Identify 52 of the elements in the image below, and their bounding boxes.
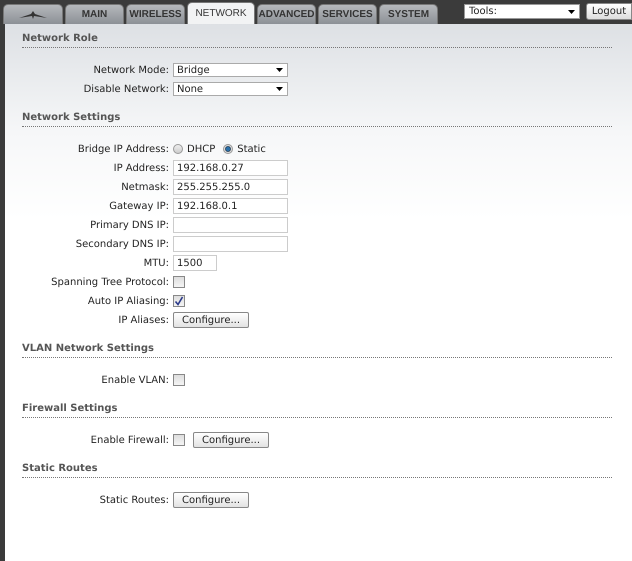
- logo-icon: [19, 10, 47, 18]
- nav-tab[interactable]: ADVANCED: [257, 4, 316, 24]
- nav-tab[interactable]: WIRELESS: [126, 4, 185, 24]
- checkbox[interactable]: [173, 276, 185, 288]
- dropdown-caret-icon: [276, 87, 283, 91]
- field-label: MTU:: [142, 258, 169, 268]
- radio-button[interactable]: [173, 144, 183, 154]
- dropdown[interactable]: Bridge: [173, 63, 288, 77]
- checkbox[interactable]: [173, 434, 185, 446]
- field-label: Auto IP Aliasing:: [86, 296, 169, 306]
- text-field[interactable]: 192.168.0.27: [173, 160, 288, 176]
- field-label: Disable Network:: [82, 84, 169, 94]
- field-label: Gateway IP:: [108, 200, 169, 212]
- text-field[interactable]: 192.168.0.1: [173, 198, 288, 214]
- dropdown[interactable]: None: [173, 82, 288, 96]
- nav-tab[interactable]: SYSTEM: [379, 4, 438, 24]
- configure-button[interactable]: Configure...: [193, 432, 270, 448]
- field-label: Primary DNS IP:: [89, 220, 169, 230]
- configure-button[interactable]: Configure...: [173, 312, 250, 328]
- section-heading: Firewall Settings: [22, 402, 612, 418]
- checkbox[interactable]: [173, 374, 185, 386]
- dropdown-caret-icon: [276, 68, 283, 72]
- radio-button[interactable]: [223, 144, 234, 154]
- tools-dropdown[interactable]: Tools:: [464, 4, 580, 19]
- field-label: IP Aliases:: [117, 314, 169, 326]
- field-label: Static Routes:: [98, 494, 169, 506]
- configure-button[interactable]: Configure...: [173, 492, 250, 508]
- field-label: Enable Firewall:: [90, 434, 169, 446]
- nav-tab[interactable]: MAIN: [65, 4, 124, 24]
- text-field[interactable]: [173, 236, 288, 252]
- dropdown-caret-icon: [568, 10, 575, 14]
- radio-label: Static: [237, 144, 266, 154]
- field-label: Bridge IP Address:: [76, 144, 169, 154]
- field-label: Secondary DNS IP:: [74, 238, 169, 250]
- text-field[interactable]: [173, 217, 288, 233]
- field-label: IP Address:: [112, 162, 169, 174]
- section-heading: VLAN Network Settings: [22, 342, 612, 358]
- field-label: Netmask:: [120, 182, 169, 192]
- section-heading: Network Role: [22, 32, 612, 48]
- radio-label: DHCP: [187, 144, 216, 154]
- field-label: Spanning Tree Protocol:: [50, 276, 169, 288]
- nav-tab[interactable]: SERVICES: [318, 4, 377, 24]
- text-field[interactable]: 255.255.255.0: [173, 179, 288, 195]
- checkbox[interactable]: [173, 295, 185, 307]
- field-label: Enable VLAN:: [100, 374, 169, 386]
- section-heading: Network Settings: [22, 111, 612, 127]
- logout-button[interactable]: Logout: [586, 3, 632, 20]
- text-field[interactable]: 1500: [173, 255, 217, 271]
- logo-tab[interactable]: [3, 4, 63, 24]
- section-heading: Static Routes: [22, 462, 612, 478]
- nav-tab[interactable]: NETWORK: [187, 2, 255, 24]
- field-label: Network Mode:: [92, 64, 169, 76]
